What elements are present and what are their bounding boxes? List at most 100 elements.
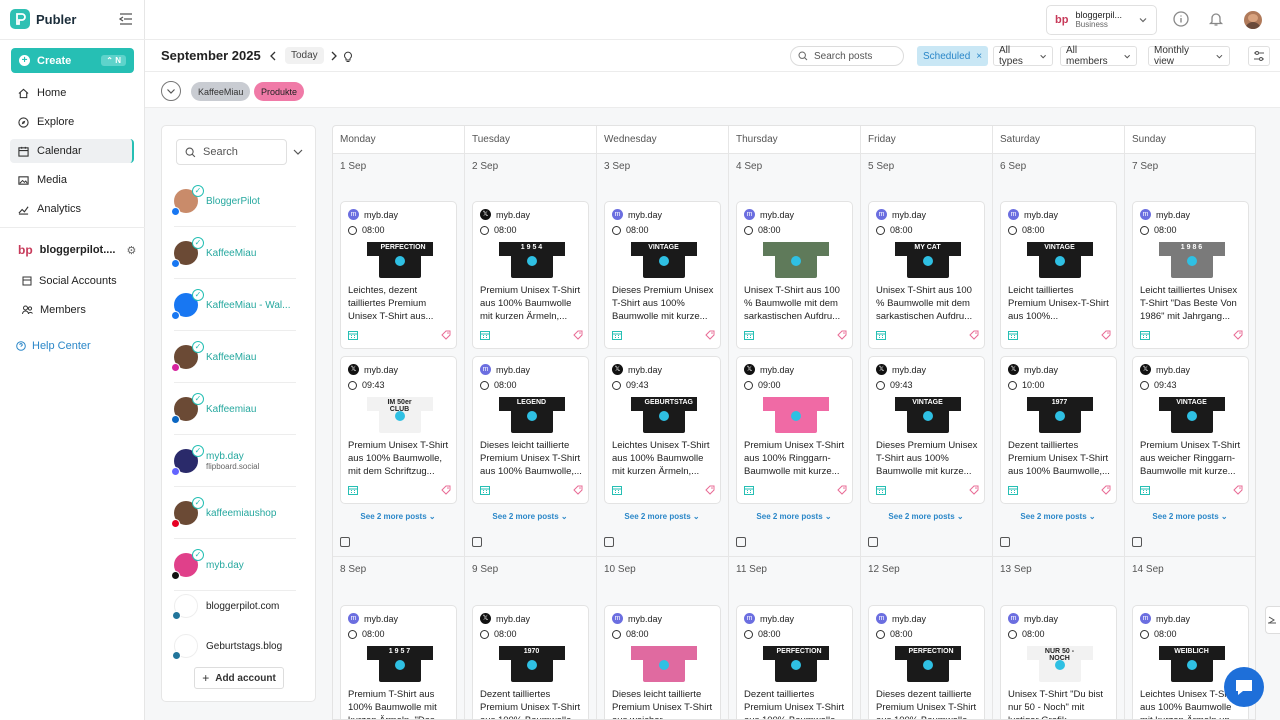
- see-more-posts-link[interactable]: See 2 more posts ⌄: [465, 512, 595, 521]
- tag-icon[interactable]: [705, 485, 715, 495]
- day-cell[interactable]: 12 Sep m myb.day 08:00 PERFECTION Dieses deze…: [861, 557, 993, 719]
- tag-icon[interactable]: [1101, 330, 1111, 340]
- post-card[interactable]: 𝕏myb.day 09:43 VINTAGE Premium Unisex T-Shi…: [1132, 356, 1249, 504]
- day-cell[interactable]: 8 Sep m myb.day 08:00 1 9 5 7 Premium T-Shirt…: [333, 557, 465, 719]
- tag-icon[interactable]: [573, 485, 583, 495]
- post-image[interactable]: [744, 240, 847, 278]
- tag-icon[interactable]: [837, 485, 847, 495]
- post-image[interactable]: VINTAGE: [1008, 240, 1111, 278]
- post-image[interactable]: [612, 644, 715, 682]
- account-item[interactable]: ✓ KaffeeMiau: [171, 332, 296, 383]
- post-image[interactable]: 1 9 5 4: [480, 240, 583, 278]
- calendar-icon[interactable]: [1008, 485, 1018, 495]
- account-item[interactable]: ✓ KaffeeMiau: [171, 228, 296, 279]
- post-card[interactable]: m myb.day 08:00 Unisex T-Shirt aus 100 % Ba…: [736, 201, 853, 349]
- calendar-icon[interactable]: [876, 330, 886, 340]
- post-image[interactable]: 1 9 8 6: [1140, 240, 1243, 278]
- post-image[interactable]: MY CAT: [876, 240, 979, 278]
- lightbulb-icon[interactable]: [343, 50, 353, 62]
- post-card[interactable]: m myb.day 08:00 VINTAGE Dieses Premium Unise…: [604, 201, 721, 349]
- status-filter-chip[interactable]: Scheduled ×: [917, 46, 988, 66]
- workspace-settings-icon[interactable]: ⚙: [126, 244, 136, 257]
- tag-icon[interactable]: [1233, 485, 1243, 495]
- see-more-posts-link[interactable]: See 2 more posts ⌄: [729, 512, 859, 521]
- day-cell[interactable]: 10 Sep m myb.day 08:00 Dieses leicht taillie…: [597, 557, 729, 719]
- account-item[interactable]: ✓ KaffeeMiau - Wal...: [171, 280, 296, 331]
- tag-icon[interactable]: [573, 330, 583, 340]
- day-cell[interactable]: 9 Sep 𝕏myb.day 08:00 1970 Dezent tailliertes…: [465, 557, 597, 719]
- post-image[interactable]: GEBURTSTAG: [612, 395, 715, 433]
- account-search-input[interactable]: Search: [176, 139, 287, 165]
- account-item[interactable]: ✓ Kaffeemiau: [171, 384, 296, 435]
- post-card[interactable]: m myb.day 08:00 Dieses leicht taillierte Pr…: [604, 605, 721, 719]
- post-image[interactable]: IM 50er CLUB: [348, 395, 451, 433]
- select-day-checkbox[interactable]: [1132, 537, 1142, 547]
- nav-explore[interactable]: Explore: [10, 110, 134, 134]
- post-image[interactable]: LEGEND: [480, 395, 583, 433]
- post-card[interactable]: 𝕏myb.day 09:43 IM 50er CLUB Premium Unisex …: [340, 356, 457, 504]
- bell-icon[interactable]: [1208, 11, 1224, 27]
- select-day-checkbox[interactable]: [472, 537, 482, 547]
- calendar-icon[interactable]: [348, 485, 358, 495]
- expand-tags-button[interactable]: [161, 81, 181, 101]
- post-card[interactable]: 𝕏myb.day 09:43 GEBURTSTAG Leichtes Unisex T…: [604, 356, 721, 504]
- select-day-checkbox[interactable]: [1000, 537, 1010, 547]
- see-more-posts-link[interactable]: See 2 more posts ⌄: [993, 512, 1123, 521]
- account-item[interactable]: Geburtstags.blog: [172, 626, 296, 666]
- post-image[interactable]: NUR 50 - NOCH: [1008, 644, 1111, 682]
- account-switcher[interactable]: bp bloggerpil... Business: [1046, 5, 1157, 35]
- post-card[interactable]: m myb.day 08:00 LEGEND Dieses leicht taillie…: [472, 356, 589, 504]
- select-day-checkbox[interactable]: [868, 537, 878, 547]
- info-icon[interactable]: [1173, 11, 1189, 27]
- tag-icon[interactable]: [441, 330, 451, 340]
- calendar-icon[interactable]: [1008, 330, 1018, 340]
- view-dropdown[interactable]: Monthly view: [1148, 45, 1230, 67]
- workspace-switcher[interactable]: bp bloggerpilot.... ⚙: [18, 243, 136, 257]
- account-item[interactable]: ✓ myb.day: [171, 540, 296, 591]
- account-item[interactable]: ✓ BloggerPilot: [171, 176, 296, 227]
- tag-icon[interactable]: [441, 485, 451, 495]
- nav-media[interactable]: Media: [10, 168, 134, 192]
- chevron-down-icon[interactable]: [292, 147, 304, 157]
- post-card[interactable]: 𝕏myb.day 08:00 1 9 5 4 Premium Unisex T-Shi…: [472, 201, 589, 349]
- app-logo[interactable]: Publer: [10, 9, 76, 29]
- post-image[interactable]: VINTAGE: [612, 240, 715, 278]
- day-cell[interactable]: 11 Sep m myb.day 08:00 PERFECTION Dezent tail…: [729, 557, 861, 719]
- nav-home[interactable]: Home: [10, 81, 134, 105]
- tag-icon[interactable]: [705, 330, 715, 340]
- chat-support-button[interactable]: [1224, 667, 1264, 707]
- collapse-sidebar-icon[interactable]: [118, 12, 134, 26]
- previous-month-icon[interactable]: [269, 51, 278, 61]
- tag-icon[interactable]: [969, 330, 979, 340]
- post-card[interactable]: m myb.day 08:00 1 9 8 6 Leicht tailliertes U…: [1132, 201, 1249, 349]
- post-image[interactable]: [744, 395, 847, 433]
- filter-settings-button[interactable]: [1248, 46, 1270, 66]
- nav-analytics[interactable]: Analytics: [10, 197, 134, 221]
- see-more-posts-link[interactable]: See 2 more posts ⌄: [333, 512, 463, 521]
- account-item[interactable]: bloggerpilot.com: [172, 586, 296, 626]
- post-image[interactable]: VINTAGE: [876, 395, 979, 433]
- post-card[interactable]: m myb.day 08:00 PERFECTION Dieses dezent tai…: [868, 605, 985, 719]
- calendar-icon[interactable]: [612, 485, 622, 495]
- create-button[interactable]: + Create ⌃ N: [11, 48, 134, 73]
- calendar-icon[interactable]: [744, 330, 754, 340]
- tag-icon[interactable]: [969, 485, 979, 495]
- day-cell[interactable]: 4 Sep m myb.day 08:00 Unisex T-Shirt aus 100…: [729, 154, 861, 557]
- user-avatar[interactable]: [1244, 11, 1262, 29]
- side-panel-toggle[interactable]: [1265, 606, 1280, 634]
- type-filter-dropdown[interactable]: All types: [993, 45, 1053, 67]
- nav-calendar[interactable]: Calendar: [10, 139, 134, 163]
- post-card[interactable]: m myb.day 08:00 MY CAT Unisex T-Shirt aus 10…: [868, 201, 985, 349]
- calendar-icon[interactable]: [1140, 485, 1150, 495]
- post-card[interactable]: 𝕏myb.day 08:00 1970 Dezent tailliertes Prem…: [472, 605, 589, 719]
- day-cell[interactable]: 3 Sep m myb.day 08:00 VINTAGE Dieses Premium …: [597, 154, 729, 557]
- post-card[interactable]: 𝕏myb.day 09:00 Premium Unisex T-Shirt aus …: [736, 356, 853, 504]
- post-image[interactable]: 1970: [480, 644, 583, 682]
- day-cell[interactable]: 5 Sep m myb.day 08:00 MY CAT Unisex T-Shirt a…: [861, 154, 993, 557]
- day-cell[interactable]: 2 Sep 𝕏myb.day 08:00 1 9 5 4 Premium Unisex …: [465, 154, 597, 557]
- day-cell[interactable]: 6 Sep m myb.day 08:00 VINTAGE Leicht taillier…: [993, 154, 1125, 557]
- select-day-checkbox[interactable]: [604, 537, 614, 547]
- tag-icon[interactable]: [1233, 330, 1243, 340]
- add-account-button[interactable]: + Add account: [194, 667, 284, 689]
- calendar-icon[interactable]: [876, 485, 886, 495]
